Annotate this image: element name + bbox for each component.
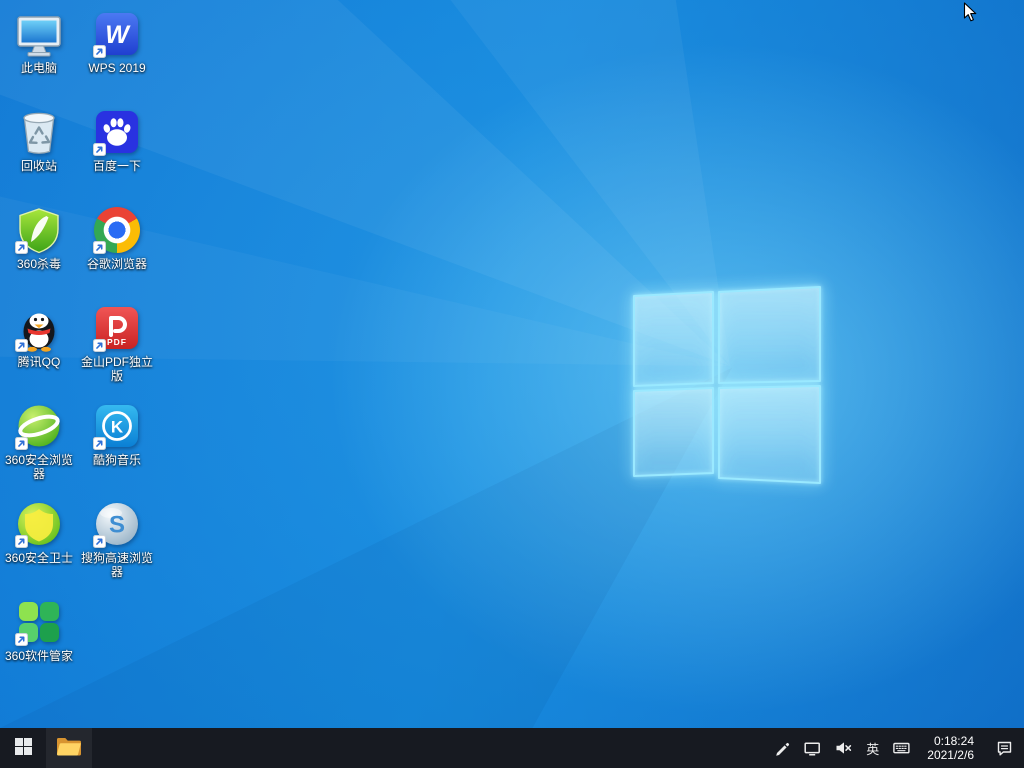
shortcut-arrow-icon [93,437,106,450]
desktop-icon-360-secure-browser[interactable]: 360安全浏览器 [0,396,78,494]
baidu-paw-icon [93,108,141,156]
360-software-manager-icon [15,598,63,646]
windows-logo-wallpaper [624,280,828,492]
start-button[interactable] [0,728,46,768]
clock-time: 0:18:24 [934,734,974,748]
svg-text:S: S [109,512,125,539]
desktop-icon-label: 360杀毒 [17,257,61,271]
svg-text:W: W [105,21,131,49]
desktop-icon-kingsoft-pdf[interactable]: PDF 金山PDF独立版 [78,298,156,396]
desktop-icon-label: 360安全卫士 [5,551,73,565]
360-guard-icon [15,500,63,548]
qq-penguin-icon [15,304,63,352]
shortcut-arrow-icon [93,535,106,548]
chrome-icon [93,206,141,254]
action-center-button[interactable] [984,728,1024,768]
desktop: 此电脑 回收站 [0,0,1024,728]
clock-date: 2021/2/6 [927,748,974,762]
shortcut-arrow-icon [15,535,28,548]
wps-icon: W [93,10,141,58]
desktop-icon-recycle-bin[interactable]: 回收站 [0,102,78,200]
folder-icon [56,736,82,760]
ime-language-indicator[interactable]: 英 [859,728,886,768]
desktop-icon-label: 谷歌浏览器 [87,257,147,271]
file-explorer-button[interactable] [46,728,92,768]
desktop-icon-baidu[interactable]: 百度一下 [78,102,156,200]
svg-text:K: K [111,418,124,437]
shortcut-arrow-icon [15,339,28,352]
shortcut-arrow-icon [15,241,28,254]
shortcut-arrow-icon [93,241,106,254]
sogou-browser-icon: S [93,500,141,548]
svg-text:PDF: PDF [107,337,127,347]
desktop-icon-tencent-qq[interactable]: 腾讯QQ [0,298,78,396]
shortcut-arrow-icon [15,437,28,450]
taskbar: 英 0:18:24 2021/2/6 [0,728,1024,768]
system-tray: 英 0:18:24 2021/2/6 [767,728,1024,768]
desktop-icon-label: 百度一下 [93,159,141,173]
desktop-icon-wps-2019[interactable]: W WPS 2019 [78,4,156,102]
desktop-icon-google-chrome[interactable]: 谷歌浏览器 [78,200,156,298]
kugou-icon: K [93,402,141,450]
touch-keyboard-icon[interactable] [886,728,917,768]
desktop-icon-360-safe-guard[interactable]: 360安全卫士 [0,494,78,592]
desktop-icon-label: 酷狗音乐 [93,453,141,467]
shortcut-arrow-icon [93,143,106,156]
windows-logo-icon [15,738,32,758]
desktop-icon-360-software-manager[interactable]: 360软件管家 [0,592,78,690]
desktop-icon-this-pc[interactable]: 此电脑 [0,4,78,102]
desktop-icon-label: 腾讯QQ [18,355,61,369]
recycle-bin-icon [15,108,63,156]
desktop-icon-label: 此电脑 [21,61,57,75]
kingsoft-pdf-icon: PDF [93,304,141,352]
desktop-icon-label: 金山PDF独立版 [79,355,155,383]
shortcut-arrow-icon [93,339,106,352]
desktop-icon-label: 360软件管家 [5,649,73,663]
desktop-icon-kugou-music[interactable]: K 酷狗音乐 [78,396,156,494]
desktop-icon-sogou-browser[interactable]: S 搜狗高速浏览器 [78,494,156,592]
taskbar-clock[interactable]: 0:18:24 2021/2/6 [917,728,984,768]
desktop-icon-grid: 此电脑 回收站 [0,4,156,690]
volume-muted-icon[interactable] [828,728,859,768]
desktop-icon-label: 回收站 [21,159,57,173]
desktop-icon-label: 360安全浏览器 [1,453,77,481]
shortcut-arrow-icon [93,45,106,58]
desktop-icon-360-antivirus[interactable]: 360杀毒 [0,200,78,298]
windows-ink-icon[interactable] [767,728,797,768]
shortcut-arrow-icon [15,633,28,646]
desktop-icon-label: WPS 2019 [88,61,145,75]
this-pc-icon [15,10,63,58]
360-antivirus-icon [15,206,63,254]
360-browser-icon [15,402,63,450]
network-icon[interactable] [797,728,828,768]
desktop-icon-label: 搜狗高速浏览器 [79,551,155,579]
